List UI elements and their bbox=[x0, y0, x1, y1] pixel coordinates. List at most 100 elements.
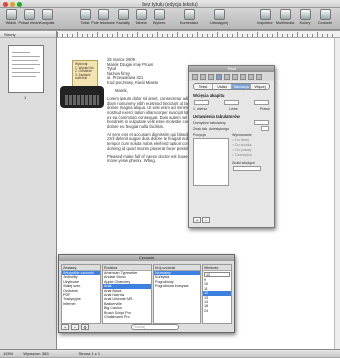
toolbar-textbox-button[interactable]: Pole tekstowe bbox=[91, 9, 115, 25]
ruler-tick bbox=[92, 34, 93, 37]
ruler-tick bbox=[307, 34, 308, 37]
tab-more[interactable]: Więcej bbox=[251, 84, 269, 89]
size-field[interactable]: 12 bbox=[204, 272, 230, 277]
app-window: bez tytułu (edycja tekstu) Widok Pokaż e… bbox=[0, 0, 340, 357]
toolbar-inspector-button[interactable]: Inspektor bbox=[256, 9, 274, 25]
typeface-item[interactable]: Pogrubiona kursywa bbox=[154, 284, 200, 288]
metrics-icon[interactable] bbox=[232, 73, 238, 80]
layout-icon[interactable] bbox=[200, 73, 206, 80]
ruler-tick bbox=[72, 34, 73, 37]
left-indent-field[interactable] bbox=[224, 100, 239, 105]
page-thumbnail[interactable] bbox=[8, 45, 44, 93]
ruler-tick bbox=[152, 34, 153, 37]
toolbar-table-button[interactable]: Tabela bbox=[132, 9, 150, 25]
text-icon[interactable] bbox=[216, 73, 222, 80]
toolbar-compact-button[interactable]: Kompakt bbox=[38, 9, 56, 25]
graphic-icon[interactable] bbox=[224, 73, 230, 80]
zoom-level[interactable]: 125% bbox=[3, 350, 13, 357]
ruler-tick bbox=[147, 34, 148, 37]
toolbar-fonts-button[interactable]: Czcionki bbox=[316, 9, 334, 25]
ruler-tick bbox=[247, 34, 248, 37]
collection-item[interactable]: Internet bbox=[62, 302, 100, 306]
ruler-tick bbox=[282, 34, 283, 37]
ruler-tick bbox=[87, 34, 88, 37]
window-title: bez tytułu (edycja tekstu) bbox=[142, 1, 198, 8]
ruler[interactable] bbox=[57, 31, 340, 38]
tab-text[interactable]: Tekst bbox=[194, 84, 213, 89]
ruler-tick bbox=[192, 34, 193, 37]
title-bar[interactable]: bez tytułu (edycja tekstu) bbox=[0, 0, 340, 8]
inspector-tabs-icons bbox=[189, 72, 274, 81]
ruler-tick bbox=[62, 34, 63, 37]
ruler-tick bbox=[97, 32, 98, 37]
pages-sidebar: Strony 1 bbox=[0, 31, 57, 349]
ruler-tick bbox=[302, 34, 303, 37]
align-decimal-radio[interactable]: ○ Dziesiętne bbox=[232, 153, 270, 157]
colors-icon bbox=[299, 9, 311, 20]
toolbar-colors-button[interactable]: Kolory bbox=[296, 9, 314, 25]
tabs-heading: Ustawienia tabulatorów bbox=[193, 114, 240, 119]
remove-collection-button[interactable]: − bbox=[71, 323, 79, 330]
align-left-radio[interactable]: ○ Do lewej bbox=[232, 138, 270, 142]
toolbar-comment-button[interactable]: Komentarz bbox=[180, 9, 198, 25]
ruler-tick bbox=[222, 34, 223, 37]
tab-layout[interactable]: Układ bbox=[213, 84, 232, 89]
document-icon[interactable] bbox=[192, 73, 198, 80]
vertical-scrollbar[interactable] bbox=[334, 38, 340, 349]
remove-tab-button[interactable]: − bbox=[202, 217, 210, 223]
table-icon bbox=[135, 9, 147, 20]
gear-icon[interactable]: ⚙ bbox=[81, 323, 89, 330]
collections-column: Zestawy Wszystkie czcionki Jednolity Uży… bbox=[61, 264, 101, 324]
ruler-tick bbox=[322, 34, 323, 37]
inspector-segmented-control: Tekst Układ Tabulacja Więcej bbox=[193, 83, 270, 90]
align-center-radio[interactable]: ○ Do środka bbox=[232, 143, 270, 147]
table-icon[interactable] bbox=[240, 73, 246, 80]
default-tabs-field[interactable] bbox=[254, 120, 269, 125]
chart-icon[interactable] bbox=[248, 73, 254, 80]
ruler-tick bbox=[332, 34, 333, 37]
ruler-tick bbox=[227, 34, 228, 37]
link-icon[interactable] bbox=[256, 73, 262, 80]
ruler-tick bbox=[142, 34, 143, 37]
fonts-icon bbox=[319, 9, 331, 20]
add-collection-button[interactable]: + bbox=[61, 323, 69, 330]
size-item[interactable]: 24 bbox=[203, 309, 231, 313]
tab-tabs[interactable]: Tabulacja bbox=[232, 84, 251, 89]
page-indicator: Strona 1 z 1 bbox=[78, 351, 101, 356]
tab-position-list[interactable] bbox=[193, 138, 229, 186]
right-indent-field[interactable] bbox=[254, 100, 269, 105]
ruler-tick bbox=[317, 32, 318, 37]
decimal-tab-field[interactable] bbox=[261, 126, 269, 131]
inspector-icon bbox=[259, 9, 271, 20]
size-column: Wielkość 12 9 10 11 12 13 14 18 24 bbox=[202, 264, 232, 324]
toolbar-shapes-button[interactable]: Kształty bbox=[114, 9, 132, 25]
add-tab-button[interactable]: + bbox=[193, 217, 201, 223]
toolbar-share-button[interactable]: Udostępnij bbox=[210, 9, 228, 25]
ruler-tick bbox=[107, 34, 108, 37]
view-icon bbox=[5, 9, 17, 20]
right-label: Prawe bbox=[259, 107, 270, 111]
family-item[interactable]: Chalkboard Pro bbox=[103, 315, 151, 319]
textbox-icon bbox=[97, 9, 109, 20]
ruler-tick bbox=[212, 34, 213, 37]
ruler-tick bbox=[132, 34, 133, 37]
indent-heading: Wcięcia akapitu bbox=[193, 93, 225, 98]
font-search-input[interactable]: Szukaj bbox=[131, 323, 179, 330]
text-icon bbox=[79, 9, 91, 20]
ruler-tick bbox=[67, 34, 68, 37]
wrap-icon[interactable] bbox=[208, 73, 214, 80]
toolbar-chart-button[interactable]: Wykres bbox=[150, 9, 168, 25]
ruler-tick bbox=[112, 34, 113, 37]
chart-icon bbox=[153, 9, 165, 20]
first-line-field[interactable] bbox=[194, 100, 209, 105]
page-number-label: 1 bbox=[24, 95, 27, 100]
toolbar-view-button[interactable]: Widok bbox=[2, 9, 20, 25]
ruler-tick bbox=[292, 34, 293, 37]
typewriter-machine bbox=[60, 86, 104, 108]
toolbar-show-screen-button[interactable]: Pokaż ekran bbox=[18, 9, 40, 25]
toolbar-media-button[interactable]: Multimedia bbox=[276, 9, 294, 25]
ruler-tick bbox=[277, 32, 278, 37]
leader-select[interactable] bbox=[233, 166, 261, 171]
align-right-radio[interactable]: ○ Do prawej bbox=[232, 148, 270, 152]
ruler-tick bbox=[267, 34, 268, 37]
